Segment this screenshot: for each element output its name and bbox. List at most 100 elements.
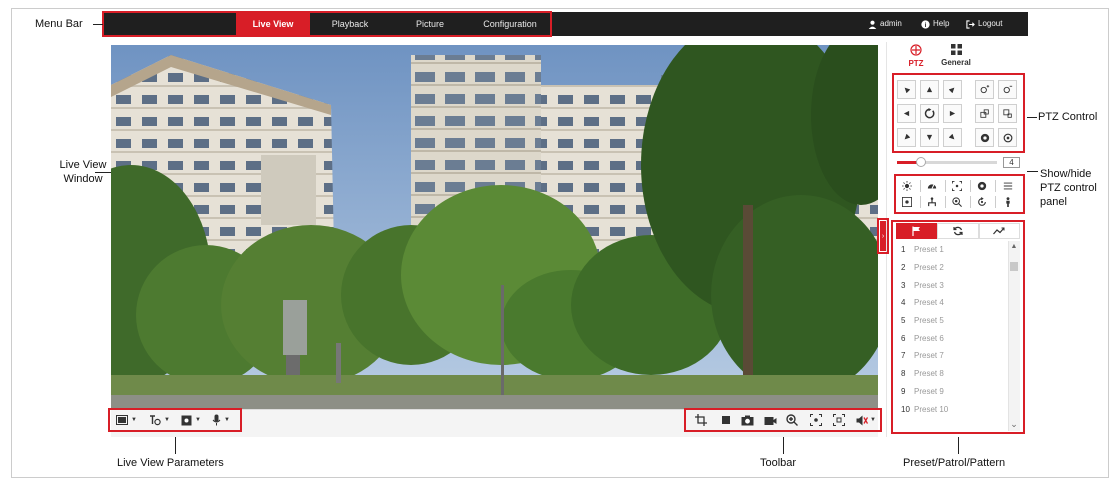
preset-row[interactable]: 8 Preset 8	[896, 365, 1008, 383]
iris-open-icon	[980, 133, 989, 142]
3d-zoom-button[interactable]	[945, 193, 969, 210]
window-layout-button[interactable]: ▼	[116, 412, 137, 428]
scrollbar-thumb[interactable]	[1010, 262, 1018, 271]
zoom-out-icon	[1003, 85, 1012, 93]
crop-button[interactable]	[693, 412, 709, 428]
chevron-down-icon: ▼	[131, 417, 137, 423]
callout-ptz-control: PTZ Control	[1038, 111, 1098, 123]
microphone-button[interactable]: ▼	[212, 412, 230, 428]
light-button[interactable]	[895, 177, 919, 194]
chevron-right-icon: ›	[881, 232, 885, 240]
arrow-icon	[904, 87, 910, 93]
tab-preset[interactable]	[896, 223, 938, 239]
preset-row[interactable]: 3 Preset 3	[896, 276, 1008, 294]
pan-down-button[interactable]	[920, 128, 939, 147]
user-icon	[868, 20, 877, 29]
callout-show-hide: Show/hide PTZ control panel	[1040, 167, 1097, 209]
pan-right-button[interactable]	[943, 104, 962, 123]
regional-exposure-button[interactable]	[831, 412, 847, 428]
help-link[interactable]: i Help	[921, 12, 949, 36]
tab-ptz[interactable]: PTZ	[896, 44, 936, 68]
digital-zoom-button[interactable]	[784, 412, 800, 428]
manual-tracking-icon	[928, 196, 936, 206]
pan-up-left-button[interactable]	[897, 80, 916, 99]
speed-slider-handle[interactable]	[916, 157, 926, 167]
live-view-window[interactable]	[111, 45, 878, 409]
lens-init-button[interactable]	[970, 177, 994, 194]
scroll-up-icon[interactable]: ▲	[1008, 243, 1020, 253]
svg-text:i: i	[925, 22, 927, 29]
preset-row[interactable]: 9 Preset 9	[896, 383, 1008, 401]
person-button[interactable]	[996, 193, 1020, 210]
camera-image	[111, 45, 878, 409]
patrol-icon	[953, 226, 963, 236]
iris-close-button[interactable]	[998, 128, 1017, 147]
preset-list: 1 Preset 1 2 Preset 2 3 Preset 3 4 Preset 4 5 Pre…	[896, 241, 1008, 418]
capture-button[interactable]	[739, 412, 755, 428]
zoom-in-button[interactable]	[975, 80, 994, 99]
preset-number: 4	[901, 298, 906, 308]
callout-menu-bar: Menu Bar	[35, 18, 83, 30]
microphone-icon	[212, 414, 221, 426]
stop-icon	[722, 416, 730, 424]
plugin-button[interactable]: ▼	[181, 412, 201, 428]
preset-row[interactable]: 4 Preset 4	[896, 294, 1008, 312]
menu-button[interactable]	[996, 177, 1020, 194]
focus-near-button[interactable]	[975, 104, 994, 123]
auto-pan-icon	[924, 108, 935, 119]
lens-init-icon	[977, 181, 987, 190]
zoom-out-button[interactable]	[998, 80, 1017, 99]
record-button[interactable]	[762, 412, 778, 428]
help-icon: i	[921, 19, 930, 29]
preset-row[interactable]: 10 Preset 10	[896, 400, 1008, 418]
capture-icon	[741, 415, 753, 425]
callout-live-view-parameters: Live View Parameters	[117, 457, 224, 469]
preset-row[interactable]: 2 Preset 2	[896, 259, 1008, 277]
audio-button[interactable]: ▼	[854, 412, 878, 428]
tab-pattern[interactable]	[978, 223, 1020, 239]
preset-number: 9	[901, 386, 906, 396]
focus-far-icon	[1002, 108, 1012, 118]
callout-preset-patrol-pattern: Preset/Patrol/Pattern	[903, 457, 1006, 469]
callout-line: Show/hide	[1040, 168, 1092, 180]
preset-name: Preset 9	[914, 386, 944, 396]
pan-down-right-button[interactable]	[943, 128, 962, 147]
track-button[interactable]	[895, 193, 919, 210]
scroll-down-icon[interactable]: ⌄	[1008, 419, 1020, 429]
pan-down-left-button[interactable]	[897, 128, 916, 147]
arrow-icon	[949, 110, 956, 117]
window-layout-icon	[116, 415, 128, 425]
pan-up-button[interactable]	[920, 80, 939, 99]
callout-line: PTZ control	[1040, 182, 1097, 194]
stream-type-button[interactable]: ▼	[149, 412, 170, 428]
regional-exposure-icon	[833, 414, 845, 426]
preset-name: Preset 8	[914, 369, 944, 379]
iris-open-button[interactable]	[975, 128, 994, 147]
preset-name: Preset 10	[914, 404, 949, 414]
park-action-button[interactable]	[970, 193, 994, 210]
focus-far-button[interactable]	[998, 104, 1017, 123]
preset-name: Preset 3	[914, 280, 944, 290]
auto-pan-button[interactable]	[920, 104, 939, 123]
auto-focus-button[interactable]	[945, 177, 969, 194]
pan-left-button[interactable]	[897, 104, 916, 123]
user-menu[interactable]: admin	[868, 12, 902, 36]
preset-row[interactable]: 6 Preset 6	[896, 329, 1008, 347]
focus-near-icon	[979, 108, 989, 118]
stop-live-view-button[interactable]	[718, 412, 734, 428]
3d-zoom-icon	[952, 196, 962, 207]
preset-number: 6	[901, 333, 906, 343]
audio-icon	[856, 415, 869, 425]
pan-up-right-button[interactable]	[943, 80, 962, 99]
logout-link[interactable]: Logout	[966, 12, 1002, 36]
manual-tracking-button[interactable]	[920, 193, 944, 210]
preset-row[interactable]: 5 Preset 5	[896, 312, 1008, 330]
preset-row[interactable]: 1 Preset 1	[896, 241, 1008, 259]
show-hide-ptz-panel-button[interactable]: ›	[880, 221, 886, 251]
tab-patrol[interactable]	[937, 223, 979, 239]
wiper-button[interactable]	[920, 177, 944, 194]
logout-label: Logout	[978, 19, 1003, 28]
preset-row[interactable]: 7 Preset 7	[896, 347, 1008, 365]
tab-general[interactable]: General	[936, 44, 976, 67]
regional-focus-button[interactable]	[808, 412, 824, 428]
